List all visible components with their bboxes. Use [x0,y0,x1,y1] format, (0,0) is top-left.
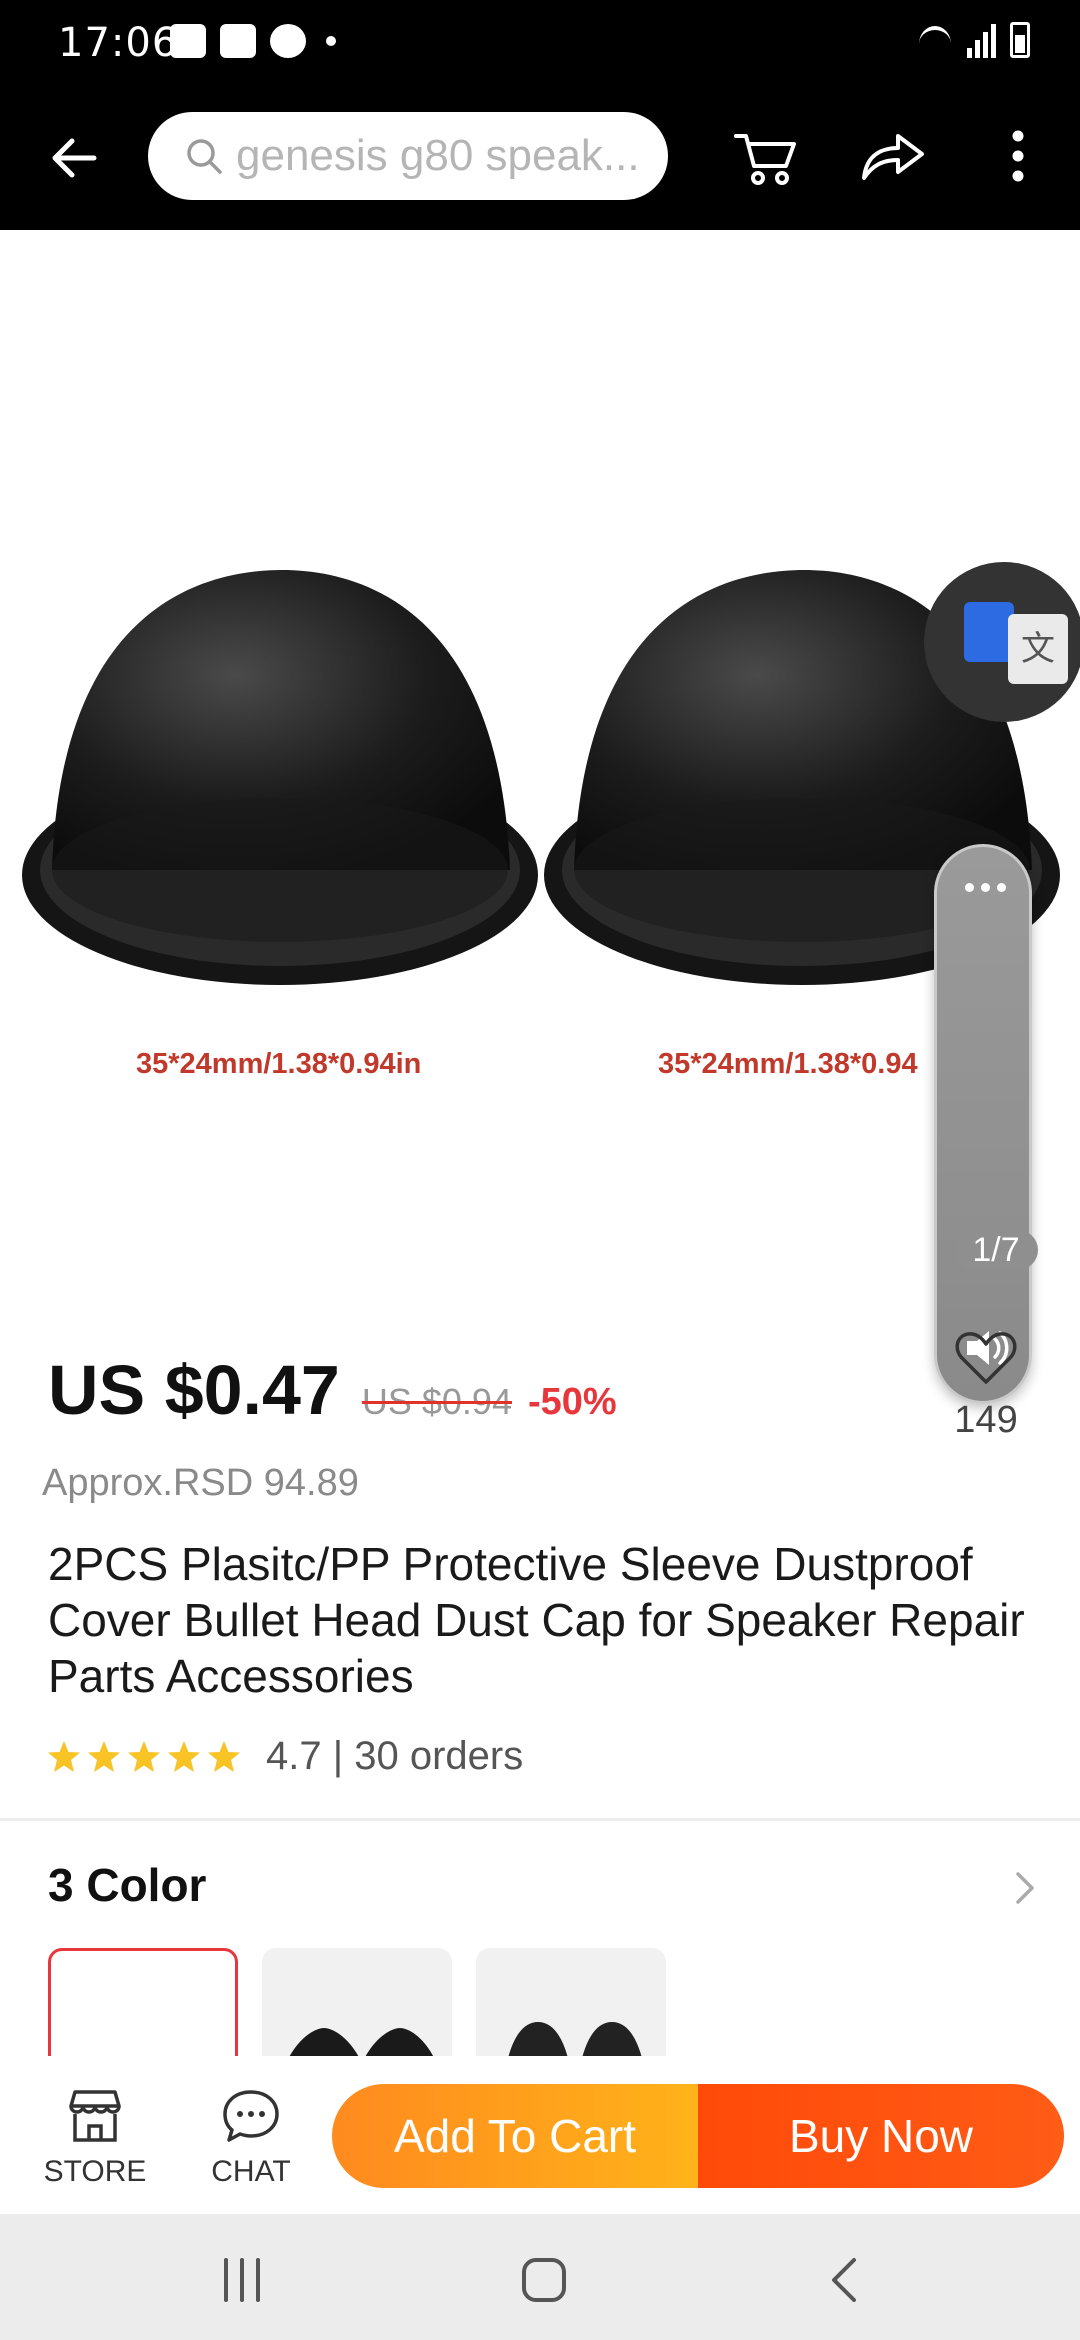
section-divider [0,1818,1080,1821]
wifi-icon [917,22,953,58]
star-icon [88,1740,120,1772]
share-icon [862,134,924,180]
product-image [22,570,1060,985]
current-price: US $0.47 [48,1351,340,1429]
heart-icon [955,1332,1017,1384]
more-vertical-icon [1012,130,1024,182]
star-icon [128,1740,160,1772]
more-button[interactable] [982,120,1054,192]
system-icons [917,22,1030,58]
facebook-notification-icon [270,24,306,58]
store-icon [69,2090,121,2142]
notification-icons [170,24,336,58]
chevron-left-icon [832,2258,856,2302]
original-price: US $0.94 [361,1381,512,1422]
back-arrow-icon [52,138,97,178]
store-button[interactable]: STORE [40,2086,150,2189]
more-notifications-dot [326,36,336,46]
product-image-gallery[interactable]: 35*24mm/1.38*0.94in 35*24mm/1.38*0.94 文 … [0,230,1080,1404]
status-time: 17:06 [58,20,179,66]
store-label: STORE [43,2155,147,2188]
home-button[interactable] [514,2252,574,2308]
search-input[interactable]: genesis g80 speak... [148,112,668,200]
gallery-notification-icon [220,24,256,58]
home-icon [522,2258,566,2302]
signal-icon [967,22,996,58]
approx-local-price: Approx.RSD 94.89 [42,1462,359,1504]
wishlist-button[interactable]: 149 [946,1328,1026,1442]
add-to-cart-button[interactable]: Add To Cart [332,2084,698,2188]
status-bar: 17:06 [0,0,1080,84]
back-button[interactable] [44,128,104,188]
price-row: US $0.47 US $0.94 -50% [48,1350,617,1430]
rating-and-orders: 4.7 | 30 orders [266,1734,524,1778]
image-page-indicator: 1/7 [954,1230,1038,1270]
volume-menu-dots-icon[interactable] [965,883,1006,892]
chat-icon [223,2090,279,2142]
discount-badge: -50% [527,1381,617,1423]
star-icon [208,1740,240,1772]
system-back-button[interactable] [816,2252,876,2308]
color-section-title[interactable]: 3 Color [48,1858,206,1912]
chevron-right-icon[interactable] [1010,1868,1040,1908]
emoji-notification-icon [170,24,206,58]
cart-icon [734,134,796,185]
star-icon [48,1740,80,1772]
battery-icon [1010,22,1030,58]
bottom-action-bar: STORE CHAT Add To Cart Buy Now [0,2056,1080,2214]
search-query: genesis g80 speak... [236,131,640,180]
recent-apps-icon [224,2258,260,2302]
search-icon [187,139,222,174]
share-button[interactable] [856,120,928,192]
dimension-label: 35*24mm/1.38*0.94in [136,1048,422,1080]
buy-now-button[interactable]: Buy Now [698,2084,1064,2188]
chat-label: CHAT [211,2155,291,2188]
translate-button[interactable]: 文 [924,562,1080,722]
dimension-label: 35*24mm/1.38*0.94 [658,1048,918,1080]
product-title: 2PCS Plasitc/PP Protective Sleeve Dustpr… [48,1538,1025,1702]
star-icon [168,1740,200,1772]
recent-apps-button[interactable] [212,2252,272,2308]
rating-stars [46,1739,242,1775]
system-navigation-bar [0,2214,1080,2340]
chat-button[interactable]: CHAT [196,2086,306,2189]
translate-icon [964,602,1014,662]
cart-button[interactable] [730,120,802,192]
app-header: genesis g80 speak... [0,84,1080,230]
volume-panel[interactable] [934,844,1032,1404]
wishlist-count: 149 [954,1399,1018,1441]
rating-row[interactable]: 4.7 | 30 orders [46,1734,523,1779]
